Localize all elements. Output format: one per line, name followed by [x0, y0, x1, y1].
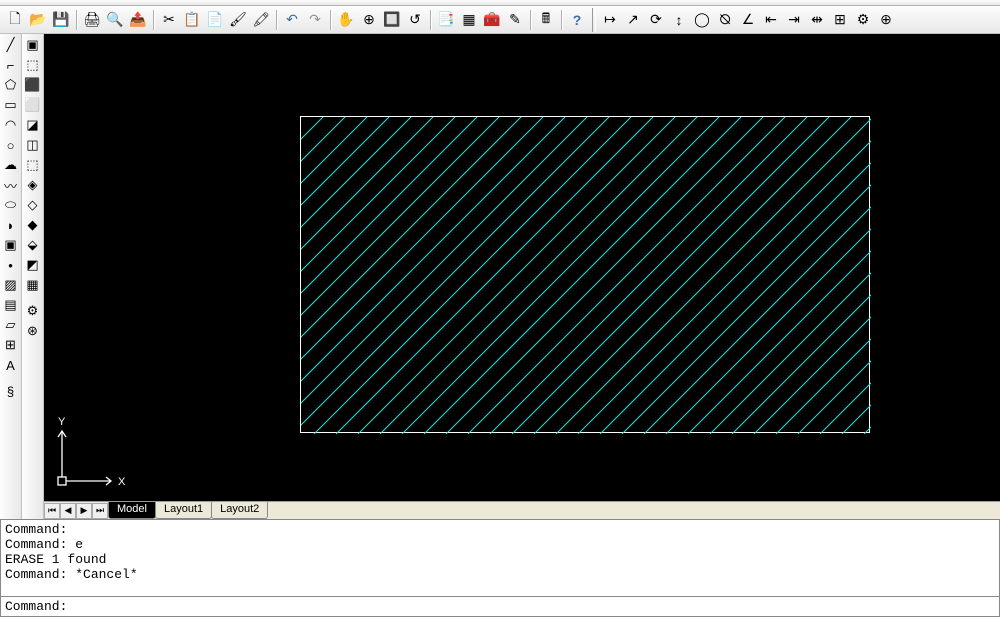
- command-input[interactable]: Command:: [0, 597, 1000, 617]
- table-icon[interactable]: ⊞: [2, 336, 20, 354]
- region-icon[interactable]: ▱: [2, 316, 20, 334]
- preview-icon[interactable]: 🔍: [104, 9, 126, 31]
- toolbar-main: 🗋 📂 💾 🖨 🔍 📤 ✂ 📋 📄 🖌 🖍 ↶ ↷ ✋ ⊕ 🔲 ↺ 📑 ▦ 🧰 …: [0, 6, 1000, 34]
- block-insert-icon[interactable]: ▣: [2, 236, 20, 254]
- model-tool-m-icon[interactable]: ▦: [24, 276, 42, 294]
- helix-icon[interactable]: §: [2, 382, 20, 400]
- zoom-window-icon[interactable]: 🔲: [381, 9, 403, 31]
- dim-baseline-icon[interactable]: ⇥: [783, 9, 805, 31]
- text-icon[interactable]: A: [2, 356, 20, 374]
- toolbar-separator: [530, 10, 532, 30]
- polygon-icon[interactable]: ⬠: [2, 76, 20, 94]
- dim-aligned-icon[interactable]: ↗: [622, 9, 644, 31]
- dim-ordinate-icon[interactable]: ↕: [668, 9, 690, 31]
- tab-layout2[interactable]: Layout2: [211, 502, 268, 519]
- model-tool-k-icon[interactable]: ⬙: [24, 236, 42, 254]
- tab-nav-next[interactable]: ▶: [76, 503, 92, 519]
- tab-model[interactable]: Model: [108, 502, 156, 519]
- zoom-plus-icon[interactable]: ⊕: [358, 9, 380, 31]
- ellipse-arc-icon[interactable]: ◗: [2, 216, 20, 234]
- line-icon[interactable]: ╱: [2, 36, 20, 54]
- gradient-icon[interactable]: ▤: [2, 296, 20, 314]
- model-tool-o-icon[interactable]: ⊛: [24, 322, 42, 340]
- model-tool-f-icon[interactable]: ◫: [24, 136, 42, 154]
- draw-toolbar: ╱ ⌐ ⬠ ▭ ◠ ○ ☁ 〰 ⬭ ◗ ▣ • ▨ ▤ ▱ ⊞ A §: [0, 34, 22, 519]
- model-tool-e-icon[interactable]: ◪: [24, 116, 42, 134]
- model-tool-g-icon[interactable]: ⬚: [24, 156, 42, 174]
- tab-nav-first[interactable]: ⏮: [44, 503, 60, 519]
- redo-icon[interactable]: ↷: [304, 9, 326, 31]
- tool-palettes-icon[interactable]: 🧰: [481, 9, 503, 31]
- tab-nav-prev[interactable]: ◀: [60, 503, 76, 519]
- toolbar-separator: [430, 10, 432, 30]
- new-icon[interactable]: 🗋: [4, 9, 26, 31]
- circle-icon[interactable]: ○: [2, 136, 20, 154]
- sheet-set-icon[interactable]: ▦: [458, 9, 480, 31]
- ucs-y-label: Y: [58, 416, 66, 428]
- toolbar-docking-handle[interactable]: [592, 8, 596, 32]
- command-history[interactable]: Command: Command: e ERASE 1 found Comman…: [0, 519, 1000, 597]
- dim-arc-icon[interactable]: ⟳: [645, 9, 667, 31]
- dim-continue-icon[interactable]: ⇹: [806, 9, 828, 31]
- dim-center-icon[interactable]: ⊕: [875, 9, 897, 31]
- ucs-x-label: X: [118, 476, 126, 488]
- markup-icon[interactable]: ✎: [504, 9, 526, 31]
- arc-icon[interactable]: ◠: [2, 116, 20, 134]
- print-icon[interactable]: 🖨: [81, 9, 103, 31]
- hatched-rectangle[interactable]: [300, 116, 870, 433]
- ucs-icon: X Y: [56, 413, 136, 493]
- copy-icon[interactable]: 📋: [181, 9, 203, 31]
- toolbar-separator: [76, 10, 78, 30]
- point-icon[interactable]: •: [2, 256, 20, 274]
- dim-tolerance-icon[interactable]: ⚙: [852, 9, 874, 31]
- dim-diameter-icon[interactable]: ⦰: [714, 9, 736, 31]
- model-tool-i-icon[interactable]: ◇: [24, 196, 42, 214]
- tab-nav-last[interactable]: ⏭: [92, 503, 108, 519]
- toolbar-separator: [276, 10, 278, 30]
- model-tool-n-icon[interactable]: ⚙: [24, 302, 42, 320]
- save-icon[interactable]: 💾: [50, 9, 72, 31]
- layout-tabs: ⏮ ◀ ▶ ⏭ Model Layout1 Layout2: [44, 501, 1000, 519]
- cut-icon[interactable]: ✂: [158, 9, 180, 31]
- model-tool-l-icon[interactable]: ◩: [24, 256, 42, 274]
- rectangle-icon[interactable]: ▭: [2, 96, 20, 114]
- hatch-icon[interactable]: ▨: [2, 276, 20, 294]
- modeling-toolbar: ▣ ⬚ ⬛ ⬜ ◪ ◫ ⬚ ◈ ◇ ◆ ⬙ ◩ ▦ ⚙ ⊛: [22, 34, 44, 519]
- tab-layout1[interactable]: Layout1: [155, 502, 212, 519]
- command-window: Command: Command: e ERASE 1 found Comman…: [0, 519, 1000, 617]
- undo-icon[interactable]: ↶: [281, 9, 303, 31]
- properties-icon[interactable]: 📑: [435, 9, 457, 31]
- dim-radius-icon[interactable]: ◯: [691, 9, 713, 31]
- dim-break-icon[interactable]: ⊞: [829, 9, 851, 31]
- calculator-icon[interactable]: 🖩: [535, 9, 557, 31]
- paste-icon[interactable]: 📄: [204, 9, 226, 31]
- spline-icon[interactable]: 〰: [2, 176, 20, 194]
- revcloud-icon[interactable]: ☁: [2, 156, 20, 174]
- publish-icon[interactable]: 📤: [127, 9, 149, 31]
- brush-icon[interactable]: 🖍: [250, 9, 272, 31]
- dim-quick-icon[interactable]: ⇤: [760, 9, 782, 31]
- model-tool-h-icon[interactable]: ◈: [24, 176, 42, 194]
- model-tool-c-icon[interactable]: ⬛: [24, 76, 42, 94]
- toolbar-separator: [153, 10, 155, 30]
- dim-angular-icon[interactable]: ∠: [737, 9, 759, 31]
- polyline-icon[interactable]: ⌐: [2, 56, 20, 74]
- model-tool-d-icon[interactable]: ⬜: [24, 96, 42, 114]
- dim-linear-icon[interactable]: ↦: [599, 9, 621, 31]
- pan-icon[interactable]: ✋: [335, 9, 357, 31]
- toolbar-separator: [330, 10, 332, 30]
- help-icon[interactable]: ?: [566, 9, 588, 31]
- toolbar-separator: [561, 10, 563, 30]
- model-tool-j-icon[interactable]: ◆: [24, 216, 42, 234]
- drawing-canvas[interactable]: X Y: [44, 34, 1000, 501]
- match-props-icon[interactable]: 🖌: [227, 9, 249, 31]
- model-tool-a-icon[interactable]: ▣: [24, 36, 42, 54]
- open-icon[interactable]: 📂: [27, 9, 49, 31]
- zoom-previous-icon[interactable]: ↺: [404, 9, 426, 31]
- ellipse-icon[interactable]: ⬭: [2, 196, 20, 214]
- model-tool-b-icon[interactable]: ⬚: [24, 56, 42, 74]
